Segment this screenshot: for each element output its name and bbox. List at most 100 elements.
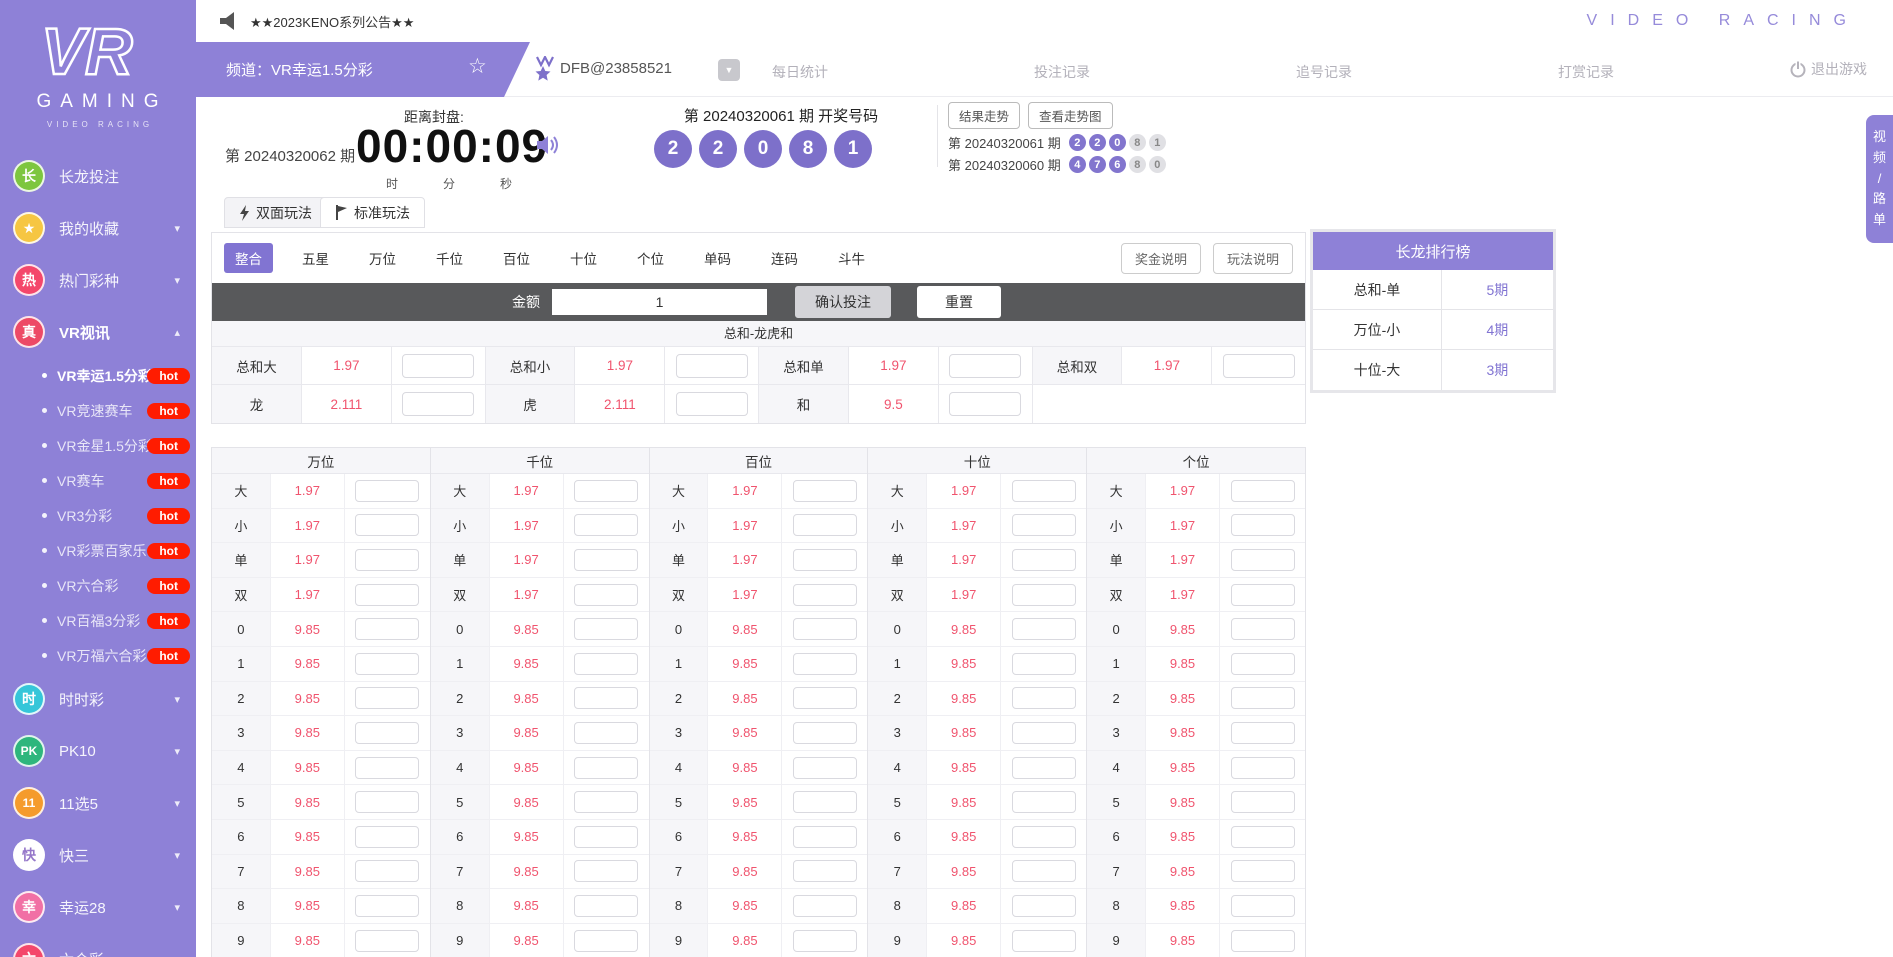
reset-button[interactable]: 重置 [917, 286, 1001, 318]
bet-odds[interactable]: 1.97 [271, 578, 345, 612]
bet-amount-input[interactable] [355, 860, 419, 882]
sidebar-item[interactable]: 幸幸运28▾ [0, 881, 196, 933]
bet-amount-input[interactable] [676, 354, 748, 378]
sidebar-subitem[interactable]: VR3分彩hot [0, 498, 196, 533]
bet-amount-input[interactable] [793, 514, 857, 536]
bet-amount-input[interactable] [574, 549, 638, 571]
bet-amount-input[interactable] [1231, 722, 1295, 744]
confirm-bet-button[interactable]: 确认投注 [795, 286, 891, 318]
bet-odds[interactable]: 9.85 [927, 751, 1001, 785]
bet-odds[interactable]: 9.85 [927, 855, 1001, 889]
bet-amount-input[interactable] [355, 791, 419, 813]
bet-amount-input[interactable] [949, 354, 1021, 378]
tab-standard-play[interactable]: 标准玩法 [320, 197, 425, 228]
chevron-up-icon[interactable]: ▴ [174, 326, 180, 339]
subtab-整合[interactable]: 整合 [224, 243, 273, 273]
bet-odds[interactable]: 1.97 [927, 543, 1001, 577]
bet-odds[interactable]: 1.97 [849, 347, 939, 384]
bet-amount-input[interactable] [355, 757, 419, 779]
sidebar-item[interactable]: 六六合彩▾ [0, 933, 196, 957]
chevron-down-icon[interactable]: ▾ [174, 901, 180, 914]
bet-odds[interactable]: 1.97 [490, 543, 564, 577]
bet-odds[interactable]: 9.85 [927, 820, 1001, 854]
sidebar-subitem[interactable]: VR赛车hot [0, 463, 196, 498]
bet-amount-input[interactable] [1231, 791, 1295, 813]
bet-amount-input[interactable] [1012, 514, 1076, 536]
bet-odds[interactable]: 9.85 [490, 889, 564, 923]
bet-odds[interactable]: 9.85 [927, 682, 1001, 716]
bet-amount-input[interactable] [574, 687, 638, 709]
bet-odds[interactable]: 9.85 [708, 647, 782, 681]
bet-amount-input[interactable] [402, 354, 474, 378]
bet-odds[interactable]: 9.85 [1146, 682, 1220, 716]
subtab-斗牛[interactable]: 斗牛 [827, 243, 876, 273]
bet-odds[interactable]: 9.85 [708, 924, 782, 957]
bet-odds[interactable]: 9.85 [271, 647, 345, 681]
bet-odds[interactable]: 9.85 [490, 682, 564, 716]
bet-odds[interactable]: 1.97 [271, 474, 345, 508]
bet-odds[interactable]: 9.85 [490, 820, 564, 854]
bet-amount-input[interactable] [574, 618, 638, 640]
bet-amount-input[interactable] [574, 930, 638, 952]
bet-amount-input[interactable] [793, 653, 857, 675]
bet-odds[interactable]: 9.85 [708, 820, 782, 854]
header-menu-item[interactable]: 打赏记录 [1558, 62, 1614, 82]
bet-amount-input[interactable] [355, 514, 419, 536]
subtab-百位[interactable]: 百位 [492, 243, 541, 273]
bet-odds[interactable]: 1.97 [1146, 474, 1220, 508]
bet-odds[interactable]: 9.85 [1146, 855, 1220, 889]
user-dropdown-button[interactable]: ▼ [718, 59, 740, 81]
bet-amount-input[interactable] [793, 584, 857, 606]
bet-amount-input[interactable] [1231, 480, 1295, 502]
bet-amount-input[interactable] [402, 392, 474, 416]
bet-amount-input[interactable] [574, 584, 638, 606]
sidebar-subitem[interactable]: VR六合彩hot [0, 568, 196, 603]
bet-amount-input[interactable] [1231, 514, 1295, 536]
subtab-五星[interactable]: 五星 [291, 243, 340, 273]
bet-amount-input[interactable] [793, 757, 857, 779]
bet-amount-input[interactable] [793, 722, 857, 744]
bet-odds[interactable]: 9.85 [1146, 612, 1220, 646]
bet-odds[interactable]: 9.85 [490, 785, 564, 819]
bet-amount-input[interactable] [574, 722, 638, 744]
bet-amount-input[interactable] [1012, 895, 1076, 917]
trend-button[interactable]: 查看走势图 [1028, 102, 1113, 129]
chevron-down-icon[interactable]: ▾ [174, 745, 180, 758]
chevron-down-icon[interactable]: ▾ [174, 797, 180, 810]
bet-odds[interactable]: 9.85 [927, 716, 1001, 750]
bet-odds[interactable]: 9.85 [490, 751, 564, 785]
bet-odds[interactable]: 9.85 [1146, 647, 1220, 681]
subtab-万位[interactable]: 万位 [358, 243, 407, 273]
bet-amount-input[interactable] [793, 791, 857, 813]
bet-odds[interactable]: 1.97 [271, 543, 345, 577]
subtab-个位[interactable]: 个位 [626, 243, 675, 273]
amount-input[interactable] [552, 289, 767, 315]
bet-amount-input[interactable] [1012, 687, 1076, 709]
bet-amount-input[interactable] [1012, 860, 1076, 882]
bet-odds[interactable]: 1.97 [708, 474, 782, 508]
bet-odds[interactable]: 9.85 [271, 924, 345, 957]
bet-odds[interactable]: 9.85 [271, 716, 345, 750]
bet-amount-input[interactable] [1223, 354, 1295, 378]
bet-amount-input[interactable] [1231, 618, 1295, 640]
bet-odds[interactable]: 1.97 [490, 509, 564, 543]
sidebar-item[interactable]: 快快三▾ [0, 829, 196, 881]
bet-odds[interactable]: 9.85 [271, 855, 345, 889]
chevron-down-icon[interactable]: ▾ [174, 222, 180, 235]
sidebar-item[interactable]: PKPK10▾ [0, 725, 196, 777]
bet-amount-input[interactable] [574, 514, 638, 536]
bet-amount-input[interactable] [1231, 930, 1295, 952]
sidebar-item[interactable]: 时时时彩▾ [0, 673, 196, 725]
bet-amount-input[interactable] [574, 653, 638, 675]
bet-odds[interactable]: 9.85 [1146, 820, 1220, 854]
bet-odds[interactable]: 9.85 [271, 785, 345, 819]
bet-odds[interactable]: 1.97 [708, 578, 782, 612]
bet-odds[interactable]: 9.85 [708, 889, 782, 923]
bet-odds[interactable]: 2.111 [302, 385, 392, 423]
sound-toggle-icon[interactable] [536, 133, 562, 157]
bet-odds[interactable]: 1.97 [490, 474, 564, 508]
bet-odds[interactable]: 1.97 [302, 347, 392, 384]
subtab-十位[interactable]: 十位 [559, 243, 608, 273]
bet-amount-input[interactable] [355, 687, 419, 709]
bet-odds[interactable]: 1.97 [1146, 509, 1220, 543]
